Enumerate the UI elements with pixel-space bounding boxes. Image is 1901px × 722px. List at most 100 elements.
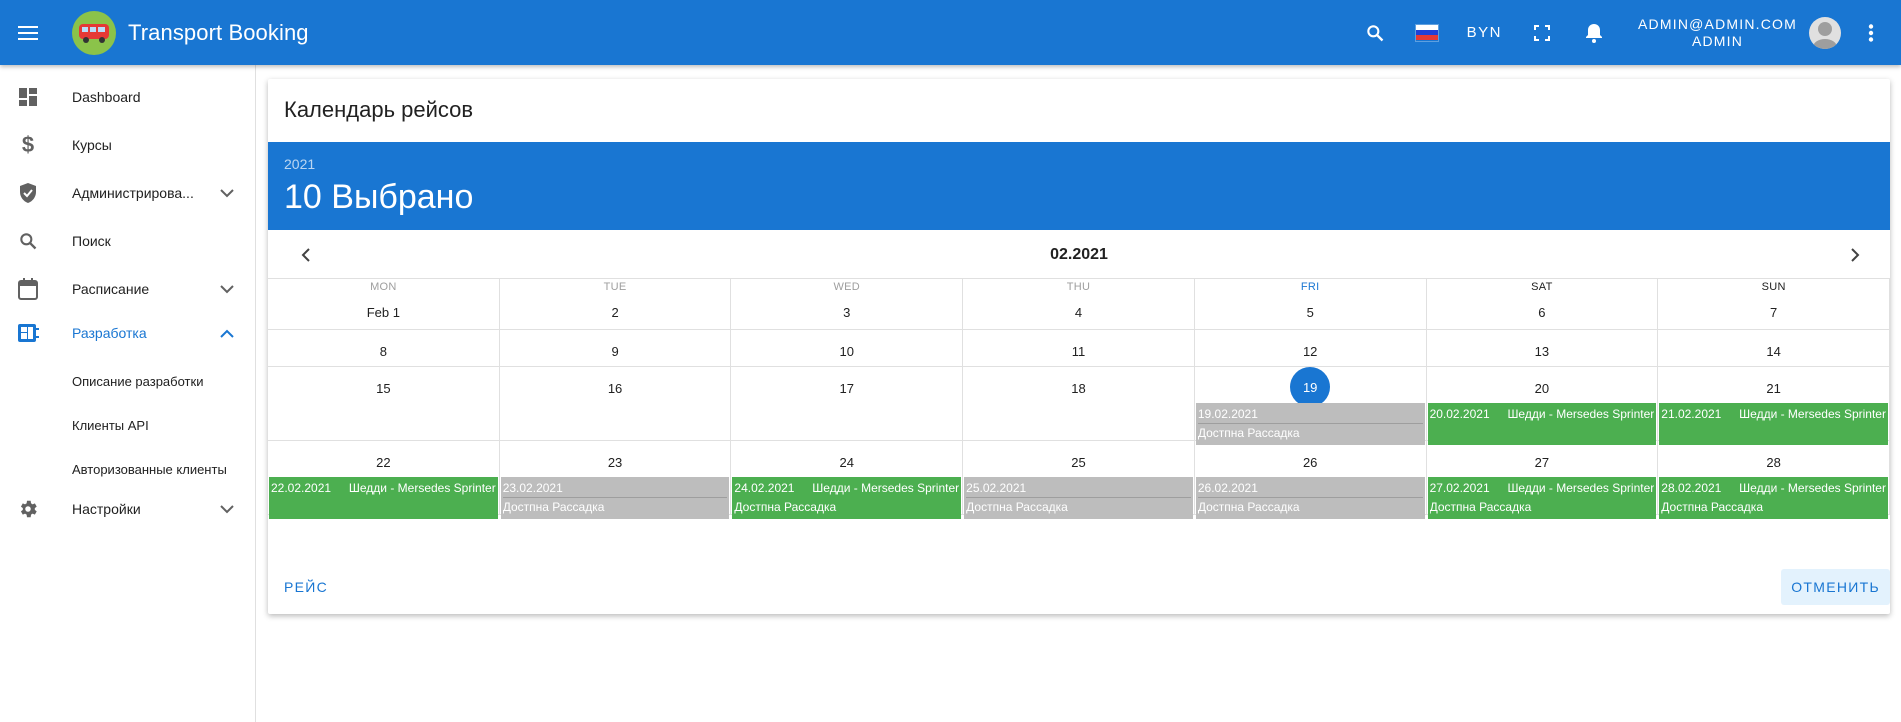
weekday-label: SAT (1531, 281, 1553, 293)
day-number[interactable]: 26 (1195, 455, 1426, 470)
chevron-up-icon[interactable] (217, 323, 237, 343)
day-number[interactable]: 9 (500, 344, 731, 359)
sidebar-item-search[interactable]: Поиск (0, 219, 255, 263)
calendar-day-cell[interactable]: 21 21.02.2021 Шедди - Mersedes Sprinter (1658, 367, 1890, 445)
trip-event[interactable]: 26.02.2021 Достпна Рассадка (1195, 477, 1425, 519)
calendar-day-cell[interactable]: SUN 7 (1658, 279, 1890, 330)
trip-event[interactable]: 27.02.2021 Шедди - Mersedes Sprinter Достп… (1427, 477, 1657, 519)
calendar-day-cell[interactable]: 17 (731, 367, 964, 441)
trip-event[interactable]: 22.02.2021 Шедди - Mersedes Sprinter (269, 477, 498, 519)
calendar-day-cell[interactable]: 11 (963, 330, 1195, 367)
trip-event[interactable]: 19.02.2021 Достпна Рассадка (1195, 403, 1425, 445)
day-number[interactable]: Feb 1 (268, 305, 499, 320)
calendar-day-cell[interactable]: 24 24.02.2021 Шедди - Mersedes Sprinter Дос… (731, 441, 964, 519)
day-number[interactable]: 11 (963, 344, 1194, 359)
chevron-down-icon[interactable] (217, 183, 237, 203)
day-number[interactable]: 12 (1195, 344, 1426, 359)
day-number[interactable]: 22 (268, 455, 499, 470)
trip-button[interactable]: Рейс (274, 569, 338, 605)
sidebar-item-courses[interactable]: $ Курсы (0, 123, 255, 167)
calendar-day-cell[interactable]: 16 (499, 367, 732, 441)
sidebar-item-dashboard[interactable]: Dashboard (0, 75, 255, 119)
avatar[interactable] (1809, 16, 1841, 49)
banner-year[interactable]: 2021 (284, 156, 315, 172)
calendar-day-cell[interactable]: TUE 2 (499, 279, 732, 330)
day-number[interactable]: 23 (500, 455, 731, 470)
sidebar-subitem-authorized-clients[interactable]: Авторизованные клиенты (72, 449, 255, 489)
calendar-day-cell[interactable]: 26 26.02.2021 Достпна Рассадка (1194, 441, 1427, 519)
day-number[interactable]: 27 (1427, 455, 1658, 470)
sidebar-subitem-api-clients[interactable]: Клиенты API (72, 405, 255, 445)
day-number[interactable]: 25 (963, 455, 1194, 470)
dashboard-icon (16, 85, 40, 109)
menu-icon[interactable] (0, 0, 56, 65)
calendar-day-cell[interactable]: 13 (1426, 330, 1659, 367)
search-icon[interactable] (1349, 0, 1401, 65)
day-number[interactable]: 8 (268, 344, 499, 359)
calendar-day-cell[interactable]: WED 3 (731, 279, 964, 330)
sidebar-item-administration[interactable]: Администрирова... (0, 171, 255, 215)
calendar-day-cell[interactable]: MON Feb 1 (268, 279, 500, 330)
dollar-icon: $ (21, 132, 35, 157)
calendar-day-cell[interactable]: 19 19.02.2021 Достпна Рассадка (1194, 367, 1427, 445)
calendar-day-cell[interactable]: 20 20.02.2021 Шедди - Mersedes Sprinter (1426, 367, 1659, 445)
calendar-day-cell[interactable]: 14 (1658, 330, 1890, 367)
trip-event[interactable]: 20.02.2021 Шедди - Mersedes Sprinter (1427, 403, 1657, 445)
day-number[interactable]: 6 (1427, 305, 1658, 320)
bell-icon[interactable] (1568, 0, 1620, 65)
day-number[interactable]: 13 (1427, 344, 1658, 359)
calendar-day-cell[interactable]: THU 4 (963, 279, 1195, 330)
user-info[interactable]: ADMIN@ADMIN.COM ADMIN (1638, 16, 1797, 50)
fullscreen-icon[interactable] (1516, 0, 1568, 65)
russian-flag-icon[interactable] (1414, 23, 1439, 42)
day-number[interactable]: 21 (1658, 381, 1889, 396)
trip-event[interactable]: 25.02.2021 Достпна Рассадка (964, 477, 1193, 519)
calendar-day-cell[interactable]: 23 23.02.2021 Достпна Рассадка (499, 441, 732, 519)
chevron-right-icon[interactable] (1842, 242, 1868, 268)
calendar-day-cell[interactable]: FRI 5 (1194, 279, 1427, 330)
cancel-button[interactable]: Отменить (1781, 569, 1890, 605)
calendar-day-cell[interactable]: 22 22.02.2021 Шедди - Mersedes Sprinter (268, 441, 500, 519)
more-vert-icon[interactable] (1841, 0, 1901, 65)
day-number[interactable]: 24 (731, 455, 962, 470)
day-number[interactable]: 15 (268, 381, 499, 396)
day-number[interactable]: 20 (1427, 381, 1658, 396)
trip-event[interactable]: 24.02.2021 Шедди - Mersedes Sprinter Достп… (732, 477, 962, 519)
day-number[interactable]: 18 (963, 381, 1194, 396)
calendar-day-cell[interactable]: 8 (268, 330, 500, 367)
calendar-day-cell[interactable]: 10 (731, 330, 964, 367)
event-date: 28.02.2021 (1661, 481, 1722, 495)
day-number[interactable]: 10 (731, 344, 962, 359)
calendar-day-cell[interactable]: 28 28.02.2021 Шедди - Mersedes Sprinter Дос… (1658, 441, 1890, 519)
sidebar-item-schedule[interactable]: Расписание (0, 267, 255, 311)
day-number[interactable]: 14 (1658, 344, 1889, 359)
currency-selector[interactable]: BYN (1467, 24, 1502, 41)
day-number[interactable]: 3 (731, 305, 962, 320)
chevron-down-icon[interactable] (217, 279, 237, 299)
day-number[interactable]: 5 (1195, 305, 1426, 320)
event-date: 23.02.2021 (502, 481, 563, 495)
calendar-day-cell[interactable]: 27 27.02.2021 Шедди - Mersedes Sprinter Дос… (1426, 441, 1659, 519)
day-number[interactable]: 17 (731, 381, 962, 396)
day-number[interactable]: 28 (1658, 455, 1889, 470)
calendar-day-cell[interactable]: 15 (268, 367, 500, 441)
day-number[interactable]: 4 (963, 305, 1194, 320)
selected-day-number[interactable]: 19 (1290, 367, 1331, 407)
sidebar-subitem-dev-description[interactable]: Описание разработки (72, 361, 255, 401)
trip-event[interactable]: 23.02.2021 Достпна Рассадка (500, 477, 730, 519)
calendar-day-cell[interactable]: SAT 6 (1426, 279, 1659, 330)
calendar-day-cell[interactable]: 25 25.02.2021 Достпна Рассадка (963, 441, 1195, 519)
sidebar-item-settings[interactable]: Настройки (0, 487, 255, 531)
calendar-day-cell[interactable]: 12 (1194, 330, 1427, 367)
trip-event[interactable]: 21.02.2021 Шедди - Mersedes Sprinter (1659, 403, 1888, 445)
day-number[interactable]: 16 (500, 381, 731, 396)
chevron-down-icon[interactable] (217, 499, 237, 519)
event-date: 25.02.2021 (966, 481, 1027, 495)
day-number[interactable]: 2 (500, 305, 731, 320)
calendar-day-cell[interactable]: 18 (963, 367, 1195, 441)
event-date: 22.02.2021 (271, 481, 332, 495)
calendar-day-cell[interactable]: 9 (499, 330, 732, 367)
trip-event[interactable]: 28.02.2021 Шедди - Mersedes Sprinter Достп… (1659, 477, 1888, 519)
day-number[interactable]: 7 (1658, 305, 1889, 320)
sidebar-item-development[interactable]: Разработка (0, 311, 255, 355)
